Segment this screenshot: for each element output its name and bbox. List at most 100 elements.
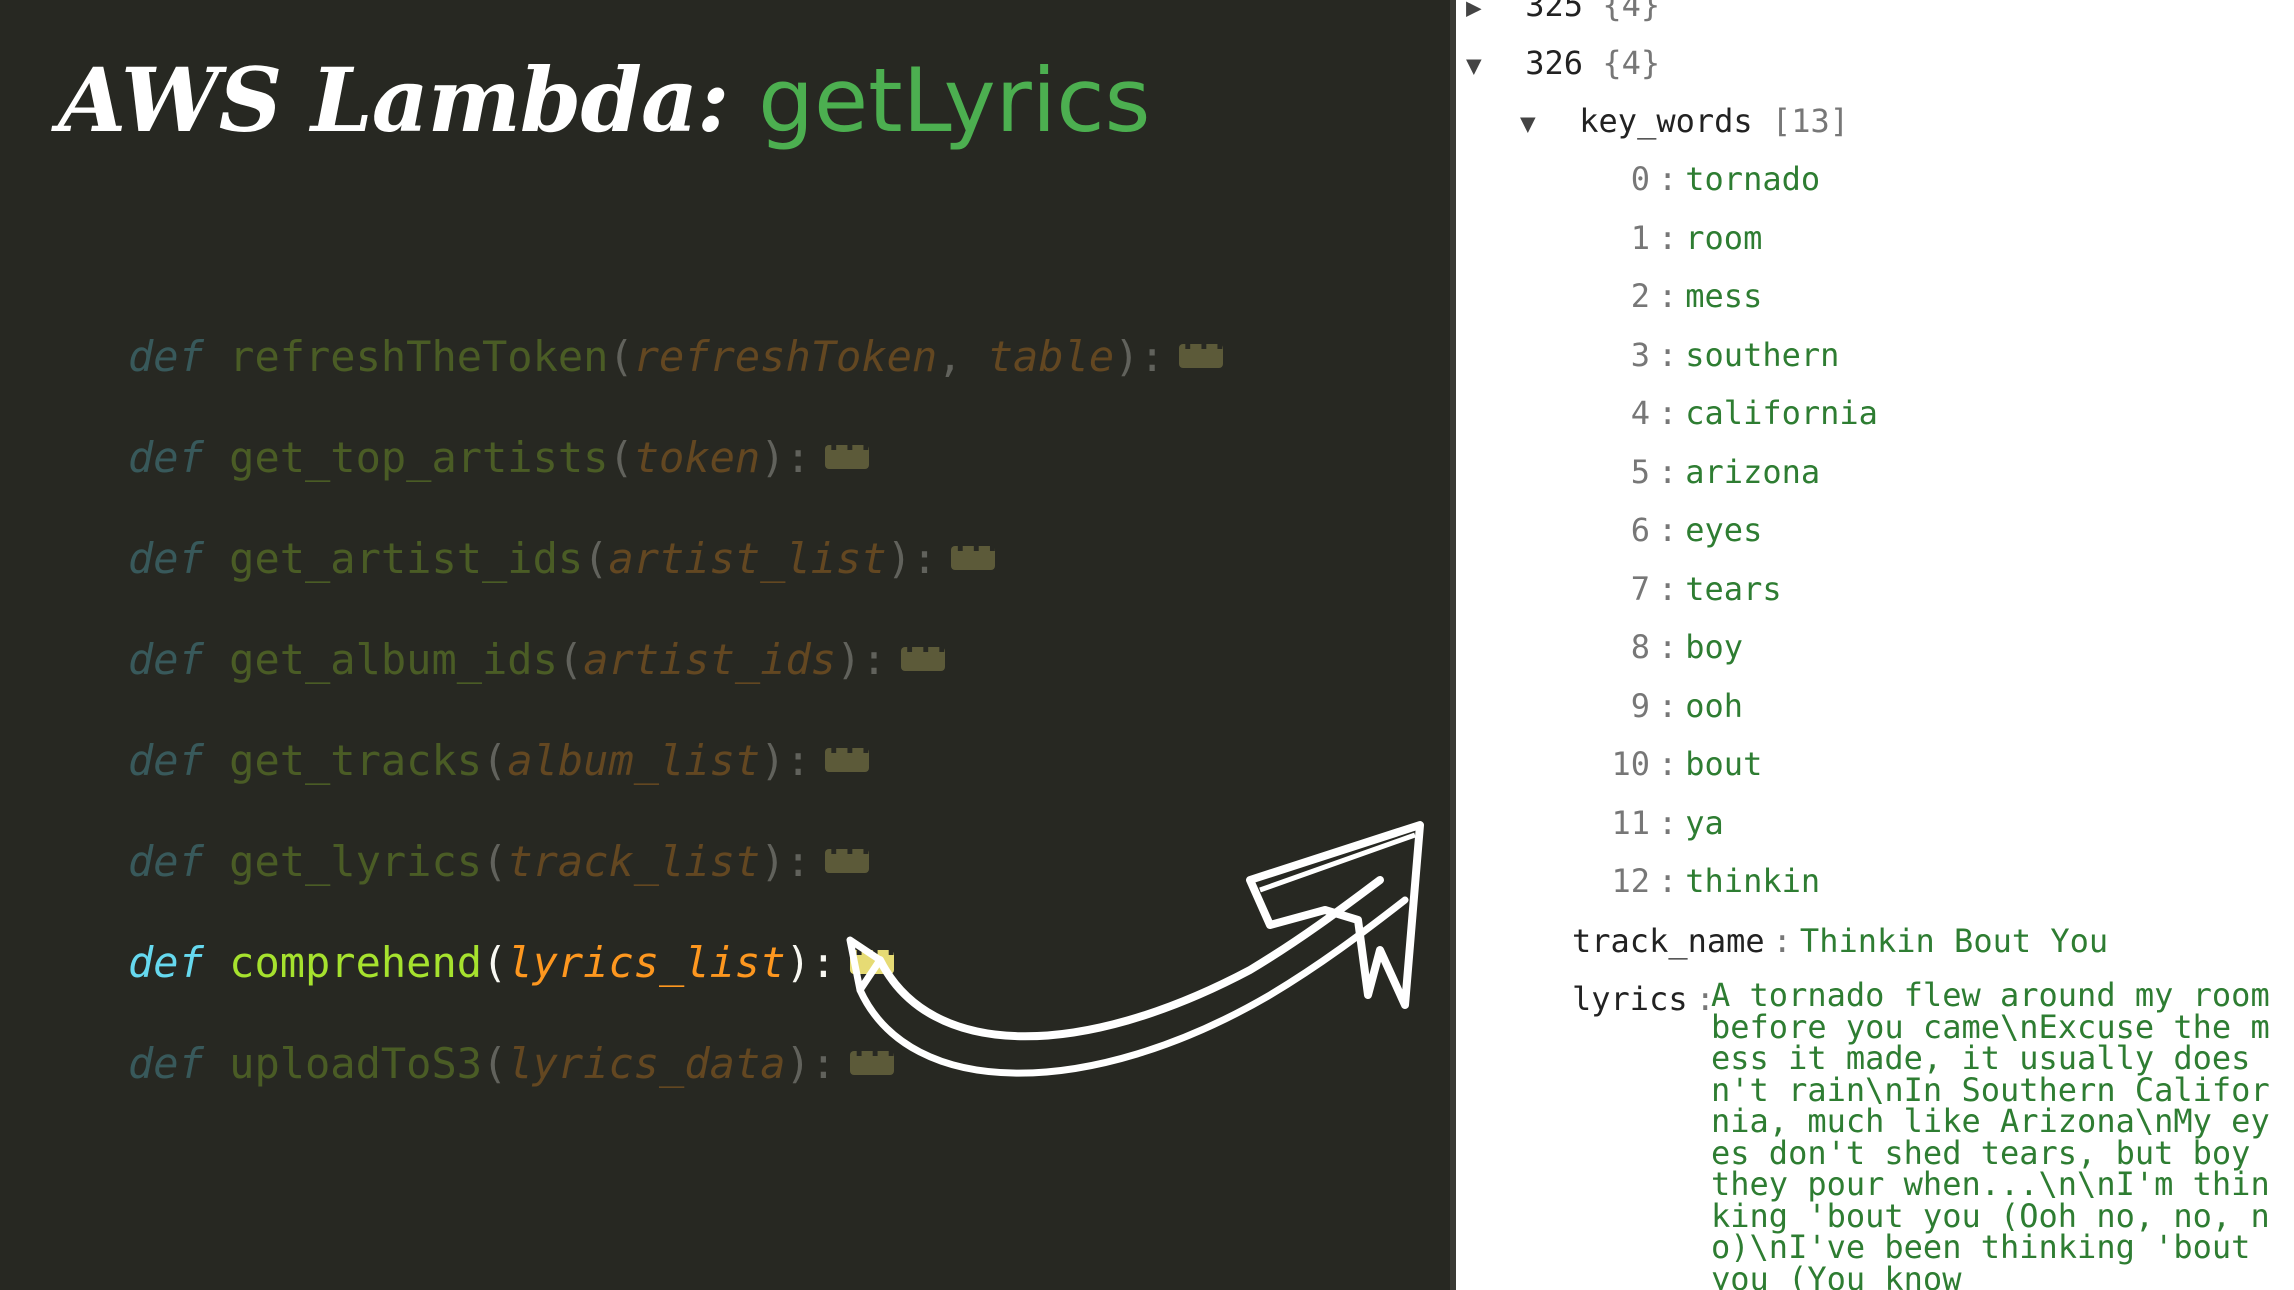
key-word-item: 1: room	[1596, 218, 1763, 257]
key-words-count: [13]	[1771, 102, 1849, 140]
function-def-line[interactable]: def uploadToS3(lyrics_data):	[128, 1037, 895, 1088]
key-word-index: 11	[1611, 803, 1650, 842]
key-word-value: eyes	[1685, 511, 1763, 549]
key-word-item: 0: tornado	[1596, 160, 1820, 198]
function-def-line[interactable]: def get_lyrics(track_list):	[128, 835, 869, 886]
page-title: AWS Lambda: getLyrics	[58, 48, 1151, 152]
key-word-item: 2: mess	[1596, 277, 1763, 315]
key-word-item: 6: eyes	[1596, 511, 1763, 549]
def-keyword: def	[128, 332, 204, 381]
function-def-line[interactable]: def get_album_ids(artist_ids):	[128, 633, 945, 684]
function-param: lyrics_data	[507, 1039, 786, 1088]
key-word-index: 6	[1630, 511, 1650, 549]
key-word-value: thinkin	[1685, 862, 1821, 900]
function-param: table	[987, 332, 1115, 381]
function-def-line[interactable]: def get_artist_ids(artist_list):	[128, 532, 996, 583]
key-word-value: southern	[1685, 335, 1840, 374]
function-def-line[interactable]: def comprehend(lyrics_list):	[128, 936, 895, 987]
function-name: get_album_ids	[229, 635, 558, 684]
json-inspector-panel: ▶ 325 {4} ▼ 326 {4} ▼ key_words [13] 0:t…	[1450, 0, 2294, 1290]
tree-node-current[interactable]: ▼ 326 {4}	[1466, 44, 1660, 82]
key-word-index: 7	[1630, 569, 1650, 608]
fold-ellipsis-icon[interactable]	[824, 431, 869, 469]
current-index: 326	[1525, 44, 1584, 82]
function-def-line[interactable]: def get_top_artists(token):	[128, 431, 869, 482]
key-word-item: 9: ooh	[1596, 687, 1743, 725]
function-param: artist_ids	[583, 635, 837, 684]
key-words-label: key_words	[1579, 102, 1753, 140]
key-word-value: boy	[1685, 628, 1744, 666]
key-word-item: 8: boy	[1596, 628, 1743, 666]
hand-drawn-arrow-icon	[846, 821, 1424, 1077]
key-word-index: 3	[1630, 335, 1650, 374]
key-word-index: 10	[1611, 745, 1650, 783]
title-main: AWS Lambda:	[58, 48, 729, 152]
key-word-item: 10: bout	[1596, 745, 1762, 783]
prev-index: 325	[1525, 0, 1584, 24]
key-word-value: room	[1685, 218, 1763, 257]
function-def-line[interactable]: def get_tracks(album_list):	[128, 734, 869, 785]
expand-triangle-icon[interactable]: ▶	[1466, 0, 1506, 23]
key-word-item: 11: ya	[1596, 803, 1724, 842]
def-keyword: def	[128, 938, 204, 987]
key-word-value: tears	[1685, 569, 1782, 608]
fold-ellipsis-icon[interactable]	[951, 532, 996, 570]
function-name: get_lyrics	[229, 837, 483, 886]
prev-count: {4}	[1602, 0, 1661, 24]
function-param: track_list	[507, 837, 761, 886]
collapse-triangle-icon[interactable]: ▼	[1466, 51, 1506, 81]
fold-ellipsis-icon[interactable]	[900, 633, 945, 671]
function-param: album_list	[507, 736, 761, 785]
def-keyword: def	[128, 433, 204, 482]
key-word-value: arizona	[1685, 452, 1821, 491]
key-word-value: california	[1685, 394, 1878, 432]
collapse-triangle-icon[interactable]: ▼	[1520, 109, 1560, 139]
key-word-item: 7: tears	[1596, 570, 1782, 608]
tree-node-prev[interactable]: ▶ 325 {4}	[1466, 0, 1660, 24]
key-word-value: ya	[1685, 803, 1724, 842]
function-param: artist_list	[608, 534, 887, 583]
key-word-item: 5: arizona	[1596, 453, 1820, 491]
key-word-item: 12: thinkin	[1596, 862, 1820, 900]
key-word-index: 0	[1630, 160, 1650, 198]
function-def-line[interactable]: def refreshTheToken(refreshToken, table)…	[128, 330, 1223, 381]
function-name: refreshTheToken	[229, 332, 609, 381]
key-word-index: 5	[1630, 452, 1650, 491]
fold-ellipsis-icon[interactable]	[1178, 330, 1223, 368]
current-count: {4}	[1602, 44, 1661, 82]
lyrics-label: lyrics	[1572, 980, 1688, 1018]
function-name: uploadToS3	[229, 1039, 483, 1088]
function-param: refreshToken	[633, 332, 938, 381]
track-name-row: track_name: Thinkin Bout You	[1572, 922, 2109, 960]
def-keyword: def	[128, 635, 204, 684]
lyrics-label-row: lyrics:	[1572, 980, 1715, 1018]
code-editor-panel: AWS Lambda: getLyrics def refreshTheToke…	[0, 0, 1450, 1290]
key-word-index: 9	[1630, 686, 1650, 725]
function-name: get_artist_ids	[229, 534, 584, 583]
function-param: token	[633, 433, 761, 482]
tree-node-key-words[interactable]: ▼ key_words [13]	[1520, 102, 1849, 140]
key-word-value: bout	[1685, 745, 1763, 783]
key-word-index: 12	[1611, 862, 1650, 900]
fold-ellipsis-icon[interactable]	[824, 734, 869, 772]
track-name-label: track_name	[1572, 922, 1765, 960]
key-word-value: ooh	[1685, 686, 1744, 725]
function-name: get_top_artists	[229, 433, 609, 482]
key-word-index: 8	[1630, 628, 1650, 666]
def-keyword: def	[128, 1039, 204, 1088]
key-word-value: tornado	[1685, 160, 1821, 198]
function-param: lyrics_list	[507, 938, 786, 987]
key-word-value: mess	[1685, 277, 1763, 315]
key-word-index: 2	[1630, 277, 1650, 315]
function-name: comprehend	[229, 938, 483, 987]
track-name-value: Thinkin Bout You	[1799, 922, 2109, 960]
key-word-index: 4	[1630, 394, 1650, 432]
key-word-index: 1	[1630, 218, 1650, 257]
key-word-item: 3: southern	[1596, 335, 1840, 374]
def-keyword: def	[128, 837, 204, 886]
def-keyword: def	[128, 534, 204, 583]
function-name: get_tracks	[229, 736, 483, 785]
def-keyword: def	[128, 736, 204, 785]
key-word-item: 4: california	[1596, 394, 1878, 432]
title-accent: getLyrics	[758, 49, 1151, 152]
